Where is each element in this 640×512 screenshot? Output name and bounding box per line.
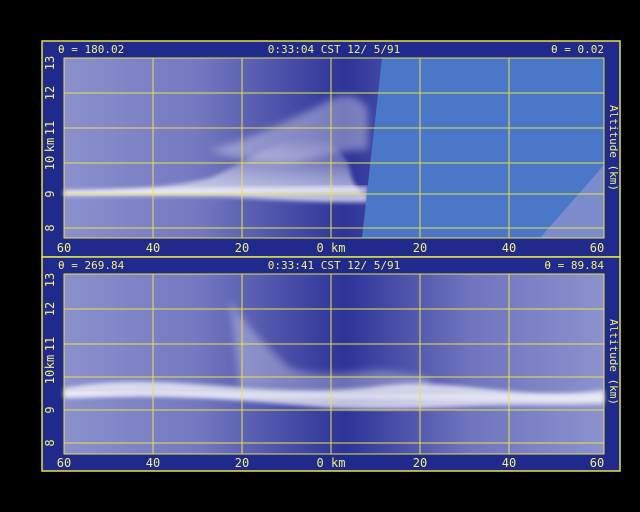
timestamp-label: 0:33:04 CST 12/ 5/91	[268, 43, 400, 56]
theta-right-label: θ = 89.84	[544, 259, 604, 272]
y-tick: 10	[43, 156, 57, 170]
x-tick: 40	[502, 456, 516, 470]
plot-area	[63, 273, 605, 455]
x-tick: 20	[413, 241, 427, 255]
y-tick: 10	[43, 370, 57, 384]
lidar-display: θ = 180.02 0:33:04 CST 12/ 5/91 θ = 0.02	[41, 40, 621, 472]
x-tick: 60	[57, 456, 71, 470]
y-tick: 9	[43, 190, 57, 197]
y-axis-title: Altitude (km)	[607, 319, 620, 405]
x-tick: 60	[57, 241, 71, 255]
x-tick: 40	[146, 456, 160, 470]
y-tick: 9	[43, 406, 57, 413]
y-tick: 11	[43, 337, 57, 351]
x-tick: 40	[502, 241, 516, 255]
y-tick: 13	[43, 56, 57, 70]
x-tick: 40	[146, 241, 160, 255]
timestamp-label: 0:33:41 CST 12/ 5/91	[268, 259, 400, 272]
y-tick: 8	[43, 439, 57, 446]
y-axis-unit: km	[43, 355, 57, 369]
plot-background	[64, 274, 604, 454]
y-tick: 13	[43, 273, 57, 287]
y-tick: 8	[43, 224, 57, 231]
theta-left-label: θ = 269.84	[58, 259, 125, 272]
plot-area	[63, 57, 605, 239]
theta-right-label: θ = 0.02	[551, 43, 604, 56]
panel-upper: θ = 180.02 0:33:04 CST 12/ 5/91 θ = 0.02	[41, 40, 621, 258]
y-axis-unit: km	[43, 138, 57, 152]
y-axis-title: Altitude (km)	[607, 105, 620, 191]
theta-left-label: θ = 180.02	[58, 43, 124, 56]
y-tick: 12	[43, 302, 57, 316]
y-tick: 12	[43, 86, 57, 100]
x-tick: 20	[235, 241, 249, 255]
panel-lower: θ = 269.84 0:33:41 CST 12/ 5/91 θ = 89.8…	[41, 256, 621, 472]
x-tick: 0 km	[317, 456, 346, 470]
x-tick: 20	[235, 456, 249, 470]
x-tick: 60	[590, 456, 604, 470]
x-tick: 60	[590, 241, 604, 255]
x-tick: 20	[413, 456, 427, 470]
x-tick: 0 km	[317, 241, 346, 255]
y-tick: 11	[43, 121, 57, 135]
